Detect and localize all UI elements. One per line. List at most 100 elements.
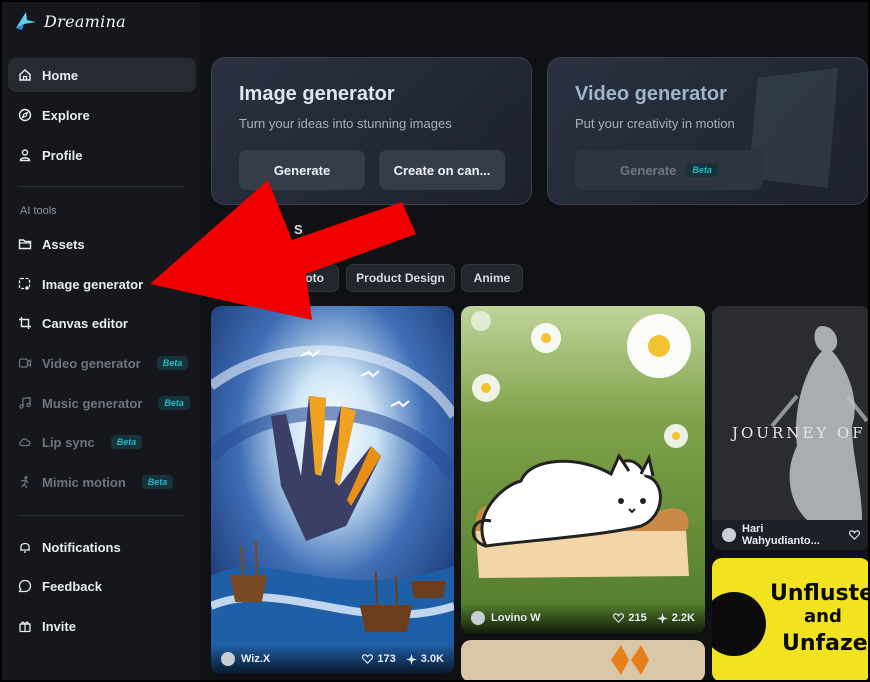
generate-button[interactable]: Generate [239, 150, 365, 190]
sidebar-item-label: Canvas editor [42, 315, 128, 331]
beta-badge: Beta [156, 356, 189, 370]
sparkle-icon [656, 612, 668, 624]
gallery-item[interactable]: Lovino W 215 2.2K [461, 306, 705, 633]
beta-badge: Beta [141, 475, 174, 489]
heart-icon [613, 613, 625, 623]
gallery-item-info: Hari Wahyudianto... [712, 520, 870, 550]
gallery-item[interactable]: Wiz.X 173 3.0K [211, 306, 454, 674]
sidebar-item-label: Invite [42, 618, 76, 634]
remix-count-value: 3.0K [420, 653, 444, 665]
sidebar-item-explore[interactable]: Explore [8, 98, 196, 132]
sidebar-item-label: Notifications [42, 539, 121, 555]
filter-chip-product-design[interactable]: Product Design [346, 264, 455, 292]
like-count-value: 173 [377, 653, 396, 665]
sidebar-item-mimic-motion[interactable]: Mimic motion Beta [8, 465, 196, 499]
gallery-image-vortex-hand [211, 306, 454, 674]
card-title: Image generator [239, 83, 395, 105]
author-name[interactable]: Wiz.X [241, 653, 270, 665]
sidebar-item-lip-sync[interactable]: Lip sync Beta [8, 425, 196, 459]
dreamina-logo-icon [16, 12, 36, 30]
sidebar-item-profile[interactable]: Profile [8, 138, 196, 172]
figure-icon [20, 476, 29, 489]
avatar[interactable] [722, 528, 736, 542]
heart-icon [849, 530, 860, 540]
sidebar-divider [18, 515, 184, 516]
sidebar-item-label: Assets [42, 236, 85, 252]
sidebar-item-invite[interactable]: Invite [8, 609, 196, 643]
sidebar-item-feedback[interactable]: Feedback [8, 569, 196, 603]
sidebar-item-label: Mimic motion [42, 474, 126, 490]
beta-badge: Beta [158, 396, 190, 410]
heart-icon [362, 654, 374, 664]
poster-text-line-2: and [804, 606, 842, 627]
bell-icon [20, 542, 30, 553]
sidebar-item-label: Lip sync [42, 434, 95, 450]
beta-badge: Beta [686, 163, 718, 177]
poster-text: JOURNEY OF [730, 424, 866, 442]
folder-icon [18, 239, 32, 250]
sidebar-item-label: Explore [42, 107, 90, 123]
sidebar-item-home[interactable]: Home [8, 58, 196, 92]
like-count[interactable] [849, 530, 860, 540]
button-label: Generate [620, 162, 677, 178]
video-generator-card[interactable]: Video generator Put your creativity in m… [547, 57, 868, 205]
cloud-icon [18, 438, 31, 447]
section-label-ai-tools: AI tools [20, 205, 57, 217]
sidebar-item-music-generator[interactable]: Music generator Beta [8, 386, 196, 420]
gallery-item[interactable]: Unfluste and Unfaze [712, 558, 870, 682]
sidebar-item-label: Video generator [42, 355, 141, 371]
image-generator-card[interactable]: Image generator Turn your ideas into stu… [211, 57, 532, 205]
sparkle-icon [405, 653, 417, 665]
avatar[interactable] [471, 611, 485, 625]
crop-icon [19, 317, 31, 329]
gallery-item-info: Wiz.X 173 3.0K [211, 644, 454, 674]
poster-text-line-1: Unfluste [770, 581, 870, 606]
author-name[interactable]: Hari Wahyudianto... [742, 523, 839, 547]
sidebar-item-label: Home [42, 67, 79, 83]
avatar[interactable] [221, 652, 235, 666]
author-name[interactable]: Lovino W [491, 612, 541, 624]
sidebar-item-label: Feedback [42, 578, 102, 594]
gallery-image-cat-on-toast [461, 306, 705, 633]
filter-chip-photo[interactable]: Photo [255, 264, 339, 292]
sidebar-divider [18, 186, 184, 187]
sidebar-item-label: Music generator [42, 395, 143, 411]
sidebar-item-image-generator[interactable]: Image generator [8, 267, 196, 301]
sidebar-item-assets[interactable]: Assets [8, 227, 196, 261]
sidebar-item-canvas-editor[interactable]: Canvas editor [8, 306, 196, 340]
filter-chip-anime[interactable]: Anime [461, 264, 523, 292]
remix-count[interactable]: 2.2K [656, 612, 695, 624]
remix-count[interactable]: 3.0K [405, 653, 444, 665]
gallery-image-butterfly [461, 640, 705, 682]
poster-text-line-3: Unfaze [782, 631, 868, 656]
sidebar: Dreamina Home Explore Profile AI tools A… [0, 0, 200, 682]
brand-logo[interactable]: Dreamina [14, 10, 126, 32]
gallery-image-unflustered-poster: Unfluste and Unfaze [712, 558, 870, 682]
gallery-image-journey-poster: JOURNEY OF [712, 306, 870, 520]
video-generate-button[interactable]: Generate Beta [575, 150, 763, 190]
gift-icon [19, 621, 31, 633]
video-icon [18, 358, 32, 368]
like-count-value: 215 [628, 612, 647, 624]
like-count[interactable]: 215 [613, 612, 647, 624]
gallery-item[interactable] [461, 640, 705, 682]
music-icon [19, 396, 31, 409]
remix-count-value: 2.2K [671, 612, 695, 624]
card-subtitle: Put your creativity in motion [575, 116, 735, 131]
brand-name: Dreamina [44, 11, 127, 31]
create-on-canvas-button[interactable]: Create on can... [379, 150, 505, 190]
compass-icon [18, 108, 32, 122]
gallery-item[interactable]: JOURNEY OF Hari Wahyudianto... [712, 306, 870, 550]
home-icon [19, 68, 31, 81]
like-count[interactable]: 173 [362, 653, 396, 665]
chat-icon [18, 579, 32, 593]
gallery-item-info: Lovino W 215 2.2K [461, 603, 705, 633]
user-icon [19, 149, 31, 162]
beta-badge: Beta [110, 435, 143, 449]
image-plus-icon [18, 277, 31, 290]
sidebar-item-label: Profile [42, 147, 83, 163]
sidebar-item-video-generator[interactable]: Video generator Beta [8, 346, 196, 380]
sidebar-item-label: Image generator [42, 276, 144, 292]
sidebar-item-notifications[interactable]: Notifications [8, 530, 196, 564]
card-subtitle: Turn your ideas into stunning images [239, 116, 452, 131]
